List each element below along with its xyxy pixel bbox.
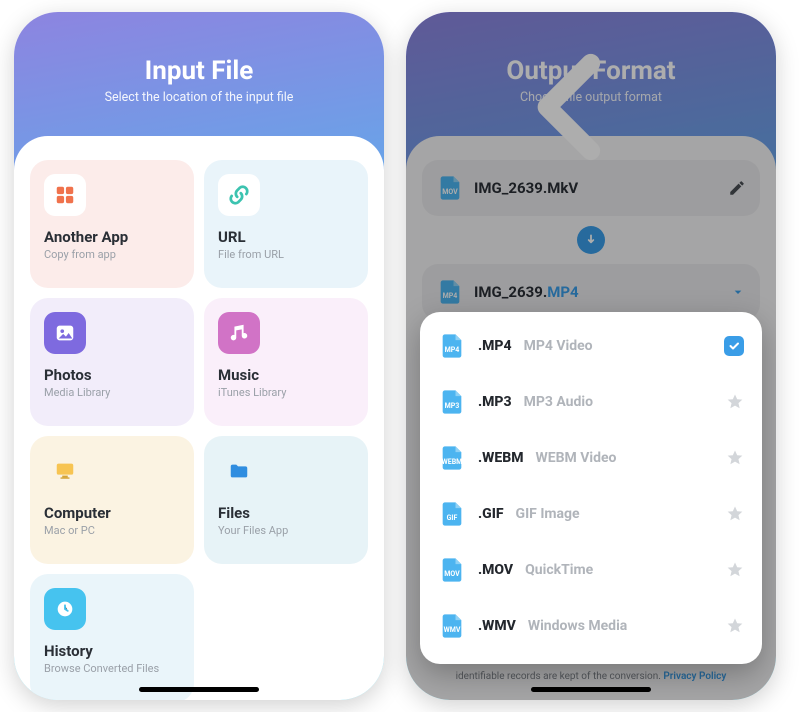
card-subtitle: Your Files App	[218, 524, 354, 537]
card-subtitle: Mac or PC	[44, 524, 180, 537]
file-icon: WEBM	[438, 444, 466, 472]
clock-icon	[44, 588, 86, 630]
card-subtitle: Copy from app	[44, 248, 180, 261]
card-title: Photos	[44, 366, 180, 384]
settings-button[interactable]	[342, 30, 364, 52]
format-desc: Windows Media	[528, 618, 627, 634]
computer-icon	[44, 450, 86, 492]
source-files[interactable]: Files Your Files App	[204, 436, 368, 564]
star-icon[interactable]	[726, 617, 744, 635]
input-file-screen: Input File Select the location of the in…	[14, 12, 384, 700]
source-computer[interactable]: Computer Mac or PC	[30, 436, 194, 564]
home-indicator[interactable]	[139, 687, 259, 692]
file-icon: GIF	[438, 500, 466, 528]
link-icon	[218, 174, 260, 216]
format-picker: MP4 .MP4 MP4 Video MP3 .MP3 MP3 Audio WEBM .WEB…	[420, 312, 762, 664]
svg-text:MP3: MP3	[445, 402, 460, 410]
sources-grid: Another App Copy from app URL File from …	[30, 160, 368, 700]
source-another-app[interactable]: Another App Copy from app	[30, 160, 194, 288]
output-format-screen: Output Format Choose file output format …	[406, 12, 776, 700]
source-photos[interactable]: Photos Media Library	[30, 298, 194, 426]
format-ext: .GIF	[478, 506, 504, 522]
card-title: Files	[218, 504, 354, 522]
format-ext: .MP4	[478, 338, 512, 354]
card-subtitle: File from URL	[218, 248, 354, 261]
home-indicator[interactable]	[531, 687, 651, 692]
format-option-webm[interactable]: WEBM .WEBM WEBM Video	[420, 430, 762, 486]
card-title: Computer	[44, 504, 180, 522]
svg-text:WEBM: WEBM	[442, 458, 463, 466]
format-ext: .WEBM	[478, 450, 523, 466]
svg-text:MOV: MOV	[444, 570, 460, 578]
format-desc: MP4 Video	[524, 338, 593, 354]
card-subtitle: Media Library	[44, 386, 180, 399]
card-title: URL	[218, 228, 354, 246]
format-desc: WEBM Video	[535, 450, 616, 466]
folder-icon	[218, 450, 260, 492]
format-desc: GIF Image	[516, 506, 580, 522]
card-title: Another App	[44, 228, 180, 246]
star-icon[interactable]	[726, 449, 744, 467]
format-desc: MP3 Audio	[524, 394, 593, 410]
format-option-mp3[interactable]: MP3 .MP3 MP3 Audio	[420, 374, 762, 430]
photo-icon	[44, 312, 86, 354]
format-option-mov[interactable]: MOV .MOV QuickTime	[420, 542, 762, 598]
format-ext: .MP3	[478, 394, 512, 410]
format-desc: QuickTime	[525, 562, 593, 578]
format-option-mp4[interactable]: MP4 .MP4 MP4 Video	[420, 318, 762, 374]
file-icon: WMV	[438, 612, 466, 640]
left-header: Input File Select the location of the in…	[14, 12, 384, 105]
card-subtitle: Browse Converted Files	[44, 662, 180, 675]
gear-icon	[342, 30, 384, 180]
apps-icon	[44, 174, 86, 216]
source-history[interactable]: History Browse Converted Files	[30, 574, 194, 700]
card-title: Music	[218, 366, 354, 384]
music-icon	[218, 312, 260, 354]
format-option-wmv[interactable]: WMV .WMV Windows Media	[420, 598, 762, 654]
format-ext: .MOV	[478, 562, 513, 578]
file-icon: MP3	[438, 388, 466, 416]
page-title: Input File	[14, 56, 384, 86]
file-icon: MOV	[438, 556, 466, 584]
svg-text:WMV: WMV	[444, 626, 461, 634]
checkmark-icon	[724, 336, 744, 356]
star-icon[interactable]	[726, 393, 744, 411]
input-sources-sheet: Another App Copy from app URL File from …	[14, 136, 384, 700]
page-subtitle: Select the location of the input file	[14, 90, 384, 105]
format-option-gif[interactable]: GIF .GIF GIF Image	[420, 486, 762, 542]
format-ext: .WMV	[478, 618, 516, 634]
card-title: History	[44, 642, 180, 660]
svg-text:MP4: MP4	[445, 346, 460, 354]
file-icon: MP4	[438, 332, 466, 360]
svg-text:GIF: GIF	[447, 514, 458, 522]
source-music[interactable]: Music iTunes Library	[204, 298, 368, 426]
star-icon[interactable]	[726, 561, 744, 579]
star-icon[interactable]	[726, 505, 744, 523]
card-subtitle: iTunes Library	[218, 386, 354, 399]
